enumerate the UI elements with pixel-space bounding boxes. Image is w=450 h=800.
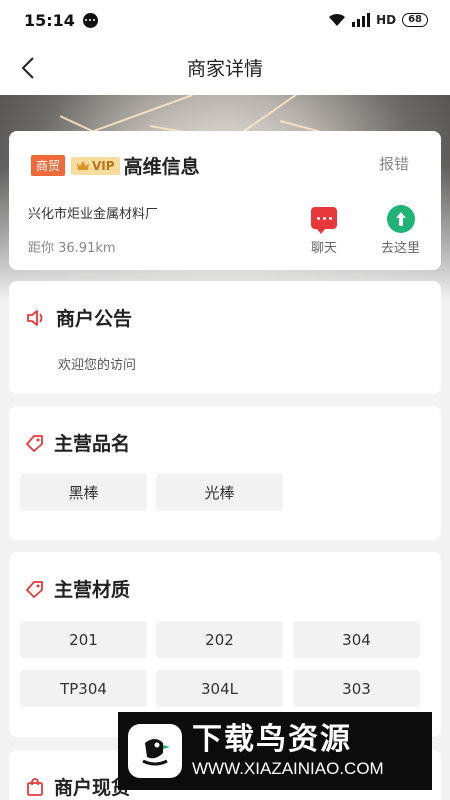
navigate-button[interactable]: 去这里 bbox=[381, 205, 420, 256]
chevron-left-icon bbox=[21, 57, 34, 79]
wifi-icon bbox=[329, 13, 346, 26]
vip-label: VIP bbox=[92, 158, 115, 173]
material-chip[interactable]: 303 bbox=[293, 670, 420, 707]
status-indicators: HD 68 bbox=[328, 13, 428, 27]
nav-bar: 商家详情 bbox=[0, 40, 450, 95]
notice-card: 商户公告 欢迎您的访问 bbox=[9, 281, 441, 394]
status-time: 15:14 bbox=[24, 10, 75, 30]
merchant-distance: 距你 36.91km bbox=[28, 241, 116, 256]
stock-section-header: 商户现货 bbox=[26, 773, 130, 800]
navigate-arrow-icon bbox=[386, 205, 415, 233]
chat-icon bbox=[311, 207, 337, 234]
crown-icon bbox=[77, 161, 90, 170]
merchant-address: 兴化市炬业金属材料厂 bbox=[28, 207, 159, 222]
business-tag: 商贸 bbox=[31, 155, 66, 176]
material-chip[interactable]: 201 bbox=[20, 621, 147, 658]
message-notification-icon bbox=[82, 12, 98, 28]
network-type: HD bbox=[376, 13, 397, 27]
merchant-header: 商贸 VIP 高维信息 bbox=[31, 152, 200, 179]
products-title: 主营品名 bbox=[54, 433, 131, 455]
chat-label: 聊天 bbox=[311, 241, 338, 256]
merchant-info-card: 商贸 VIP 高维信息 报错 兴化市炬业金属材料厂 距你 36.91km 聊天 … bbox=[9, 131, 441, 270]
material-chip[interactable]: 202 bbox=[156, 621, 283, 658]
tag-icon bbox=[26, 580, 43, 598]
product-chip[interactable]: 光棒 bbox=[156, 474, 283, 511]
navigate-label: 去这里 bbox=[381, 241, 421, 256]
watermark-title: 下载鸟资源 bbox=[192, 722, 352, 757]
cell-signal-icon bbox=[352, 13, 371, 27]
product-chip[interactable]: 黑棒 bbox=[20, 474, 147, 511]
notice-title: 商户公告 bbox=[56, 308, 133, 330]
merchant-name: 高维信息 bbox=[123, 156, 200, 178]
materials-title: 主营材质 bbox=[54, 579, 131, 601]
speaker-icon bbox=[27, 309, 43, 326]
materials-section-header: 主营材质 bbox=[26, 575, 130, 602]
battery-indicator: 68 bbox=[402, 13, 428, 27]
report-error-button[interactable]: 报错 bbox=[379, 153, 409, 174]
vip-badge: VIP bbox=[71, 156, 120, 175]
chat-button[interactable]: 聊天 bbox=[311, 205, 337, 256]
main-products-card: 主营品名 黑棒 光棒 bbox=[9, 406, 441, 540]
notice-section-header: 商户公告 bbox=[26, 304, 132, 331]
material-chip[interactable]: 304L bbox=[156, 670, 283, 707]
material-chip[interactable]: 304 bbox=[293, 621, 420, 658]
watermark-url: WWW.XIAZAINIAO.COM bbox=[192, 759, 384, 778]
tag-icon bbox=[26, 434, 43, 452]
status-bar: 15:14 HD 68 bbox=[0, 0, 450, 40]
page-title: 商家详情 bbox=[186, 58, 263, 80]
material-chip[interactable]: TP304 bbox=[20, 670, 147, 707]
shopping-bag-icon bbox=[27, 777, 43, 796]
back-button[interactable] bbox=[14, 54, 42, 82]
main-materials-card: 主营材质 201 202 304 TP304 304L 303 bbox=[9, 552, 441, 737]
watermark-banner: 下载鸟资源 WWW.XIAZAINIAO.COM bbox=[118, 712, 432, 790]
bird-logo-icon bbox=[128, 724, 182, 778]
products-section-header: 主营品名 bbox=[26, 429, 130, 456]
notice-text: 欢迎您的访问 bbox=[58, 358, 137, 373]
